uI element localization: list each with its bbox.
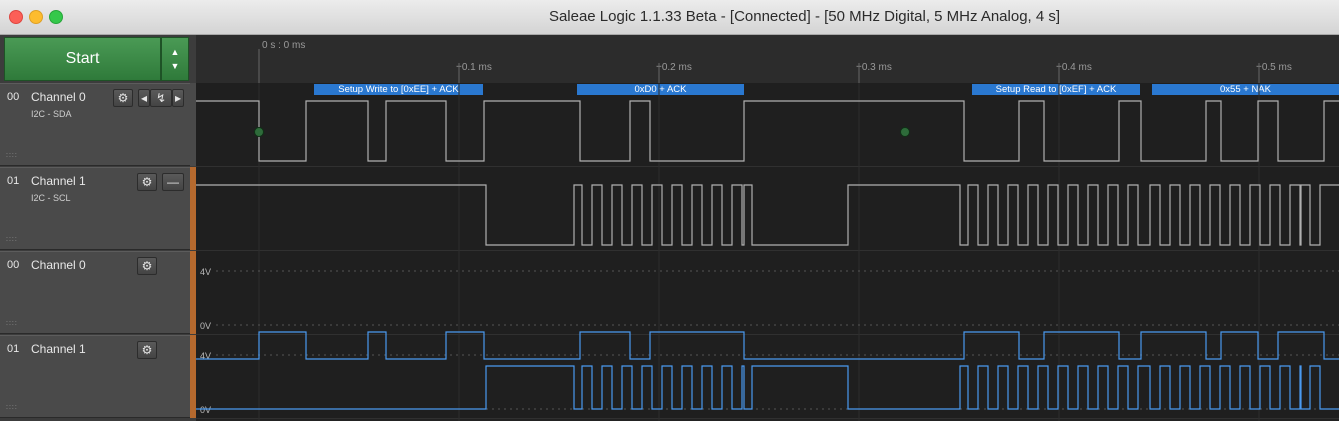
title-bar: Saleae Logic 1.1.33 Beta - [Connected] -… bbox=[0, 0, 1339, 35]
sda-digital-trace bbox=[196, 100, 1339, 162]
start-condition-marker bbox=[900, 127, 910, 137]
channel-number: 00 bbox=[7, 259, 20, 271]
minus-icon[interactable]: — bbox=[162, 173, 184, 191]
channel-name[interactable]: Channel 1 bbox=[31, 174, 86, 188]
waveform-area[interactable]: 0 s : 0 ms +0.1 ms +0.2 ms +0.3 ms +0.4 … bbox=[196, 35, 1339, 421]
channel-row-sda[interactable]: 00 Channel 0 I2C - SDA ⚙ ◂ ↯ ▸ :::: bbox=[0, 83, 190, 166]
channel-name[interactable]: Channel 0 bbox=[31, 90, 86, 104]
window-title: Saleae Logic 1.1.33 Beta - [Connected] -… bbox=[548, 8, 1061, 25]
channel-number: 01 bbox=[7, 343, 20, 355]
drag-handle-icon[interactable]: :::: bbox=[6, 320, 18, 327]
scl-analog-trace bbox=[196, 365, 1339, 410]
chevron-down-icon: ▼ bbox=[170, 61, 180, 71]
channel-analyzer-label: I2C - SCL bbox=[31, 193, 71, 203]
prev-edge-icon[interactable]: ◂ bbox=[138, 89, 150, 107]
channel-row-scl[interactable]: 01 Channel 1 I2C - SCL ⚙ — :::: bbox=[0, 167, 190, 250]
channel-number: 00 bbox=[7, 91, 20, 103]
gear-icon[interactable]: ⚙ bbox=[137, 257, 157, 275]
start-options-button[interactable]: ▲ ▼ bbox=[161, 37, 189, 81]
waveform-canvas bbox=[196, 49, 1339, 421]
scl-digital-trace bbox=[196, 184, 1339, 246]
channel-name[interactable]: Channel 0 bbox=[31, 258, 86, 272]
start-condition-marker bbox=[254, 127, 264, 137]
gear-icon[interactable]: ⚙ bbox=[137, 341, 157, 359]
drag-handle-icon[interactable]: :::: bbox=[6, 236, 18, 243]
channel-row-analog-1[interactable]: 01 Channel 1 ⚙ :::: bbox=[0, 335, 190, 418]
next-edge-icon[interactable]: ▸ bbox=[172, 89, 184, 107]
drag-handle-icon[interactable]: :::: bbox=[6, 404, 18, 411]
sda-analog-trace bbox=[196, 331, 1339, 360]
channel-number: 01 bbox=[7, 175, 20, 187]
channel-row-analog-0[interactable]: 00 Channel 0 ⚙ :::: bbox=[0, 251, 190, 334]
gear-icon[interactable]: ⚙ bbox=[137, 173, 157, 191]
channel-name[interactable]: Channel 1 bbox=[31, 342, 86, 356]
start-button[interactable]: Start bbox=[4, 37, 161, 81]
trigger-edge-icon[interactable]: ↯ bbox=[150, 89, 172, 107]
drag-handle-icon[interactable]: :::: bbox=[6, 152, 18, 159]
gear-icon[interactable]: ⚙ bbox=[113, 89, 133, 107]
chevron-up-icon: ▲ bbox=[170, 47, 180, 57]
channel-analyzer-label: I2C - SDA bbox=[31, 109, 72, 119]
channel-panel: Start ▲ ▼ 00 Channel 0 I2C - SDA ⚙ ◂ ↯ ▸… bbox=[0, 35, 196, 421]
